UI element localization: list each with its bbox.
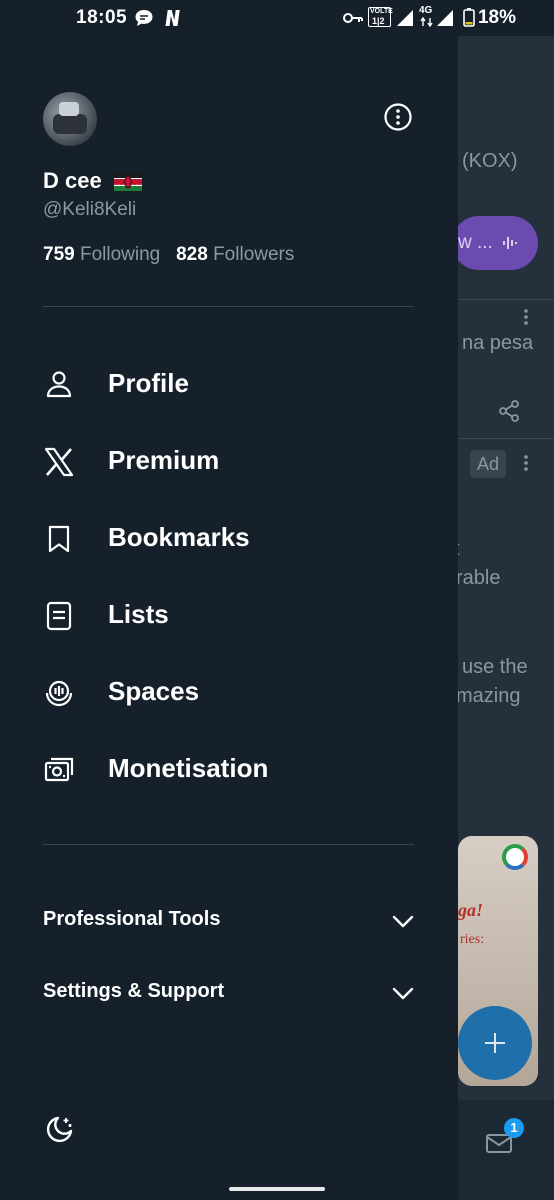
kenya-flag-icon xyxy=(113,173,142,192)
chat-bubble-icon xyxy=(135,10,153,26)
brand-logo xyxy=(502,844,528,870)
bg-pill-button: w ... xyxy=(458,216,538,270)
share-icon xyxy=(499,400,519,422)
divider xyxy=(43,306,414,307)
signal-icon-2 xyxy=(437,10,453,26)
bg-text: rable xyxy=(458,567,501,589)
avatar[interactable] xyxy=(43,92,97,146)
menu-item-lists[interactable]: Lists xyxy=(43,586,423,646)
chevron-down-icon xyxy=(392,987,414,1000)
menu-label: Premium xyxy=(108,445,220,475)
home-indicator[interactable] xyxy=(229,1187,325,1191)
menu-item-premium[interactable]: Premium xyxy=(43,432,423,492)
bookmark-icon xyxy=(48,525,70,553)
profile-handle[interactable]: @Keli8Keli xyxy=(43,199,136,221)
bg-text: mazing xyxy=(458,685,521,707)
netflix-icon xyxy=(165,10,180,26)
mail-badge: 1 xyxy=(504,1118,524,1138)
data-arrows-icon xyxy=(420,17,433,27)
divider xyxy=(43,844,414,845)
menu-label: Spaces xyxy=(108,676,200,706)
bg-more-icon xyxy=(524,309,528,325)
menu-label: Bookmarks xyxy=(108,522,250,552)
menu-item-profile[interactable]: Profile xyxy=(43,355,423,415)
signal-icon xyxy=(397,10,413,26)
audio-wave-icon xyxy=(503,237,517,249)
follow-stats: 759 Following 828 Followers xyxy=(43,244,294,266)
profile-name[interactable]: D cee xyxy=(43,168,142,194)
bg-text: t xyxy=(458,538,460,561)
bg-divider xyxy=(458,438,554,439)
battery-icon xyxy=(463,8,475,27)
bg-text: na pesa xyxy=(462,332,534,354)
following-link[interactable]: 759 Following xyxy=(43,244,160,265)
volte-indicator: VOLTE 1|2 xyxy=(368,7,393,27)
menu-label: Lists xyxy=(108,599,169,629)
menu-item-spaces[interactable]: Spaces xyxy=(43,663,423,723)
section-label: Professional Tools xyxy=(43,908,221,930)
spaces-icon xyxy=(45,680,73,707)
compose-fab[interactable] xyxy=(458,1006,532,1080)
followers-link[interactable]: 828 Followers xyxy=(176,244,294,265)
navigation-drawer: D cee @Keli8Keli 759 Following 828 Follo… xyxy=(0,36,458,1200)
more-options-icon[interactable] xyxy=(383,102,413,132)
bg-more-icon xyxy=(524,455,528,471)
menu-label: Profile xyxy=(108,368,189,398)
chevron-down-icon xyxy=(392,915,414,928)
menu-label: Monetisation xyxy=(108,753,269,783)
status-time: 18:05 xyxy=(76,7,128,28)
list-icon xyxy=(46,601,72,631)
vpn-key-icon xyxy=(343,13,363,23)
section-label: Settings & Support xyxy=(43,980,225,1002)
section-settings-support[interactable]: Settings & Support xyxy=(43,972,415,1012)
bg-text: use the xyxy=(462,656,528,678)
bottom-nav xyxy=(458,1100,554,1200)
network-type: 4G xyxy=(419,5,433,16)
menu-item-bookmarks[interactable]: Bookmarks xyxy=(43,509,423,569)
bg-text: (KOX) xyxy=(462,150,518,172)
ad-badge: Ad xyxy=(470,450,506,478)
money-icon xyxy=(44,757,74,782)
menu-item-monetisation[interactable]: Monetisation xyxy=(43,740,423,800)
moon-icon[interactable] xyxy=(43,1114,75,1146)
battery-percent: 18% xyxy=(477,7,516,28)
status-bar: 18:05 VOLTE 1|2 4G 18% xyxy=(0,0,554,36)
bg-divider xyxy=(458,299,554,300)
section-professional-tools[interactable]: Professional Tools xyxy=(43,900,415,940)
person-icon xyxy=(46,371,72,398)
x-logo-icon xyxy=(44,447,74,477)
background-timeline[interactable]: (KOX) w ... na pesa Ad t rable use the m… xyxy=(458,36,554,1200)
